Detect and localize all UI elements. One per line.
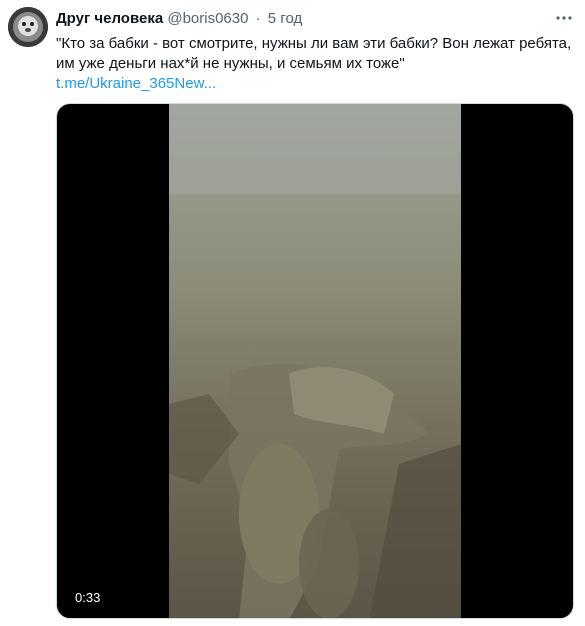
- ellipsis-icon[interactable]: [555, 11, 573, 25]
- video-player[interactable]: 0:33: [56, 103, 574, 619]
- avatar[interactable]: [8, 7, 48, 47]
- avatar-image: [8, 7, 48, 47]
- tweet-header: Друг человека @boris0630 · 5 год: [56, 9, 555, 29]
- tweet-text: "Кто за бабки - вот смотрите, нужны ли в…: [56, 35, 572, 72]
- tweet-link[interactable]: t.me/Ukraine_365New...: [56, 74, 216, 94]
- tweet-timestamp[interactable]: 5 год: [268, 10, 302, 27]
- video-thumbnail: [169, 104, 461, 618]
- video-duration: 0:33: [69, 588, 107, 608]
- author-name[interactable]: Друг человека: [56, 10, 163, 27]
- author-handle[interactable]: @boris0630: [167, 10, 248, 27]
- header-separator: ·: [255, 10, 261, 27]
- tweet[interactable]: Друг человека @boris0630 · 5 год "Кто за…: [0, 0, 585, 626]
